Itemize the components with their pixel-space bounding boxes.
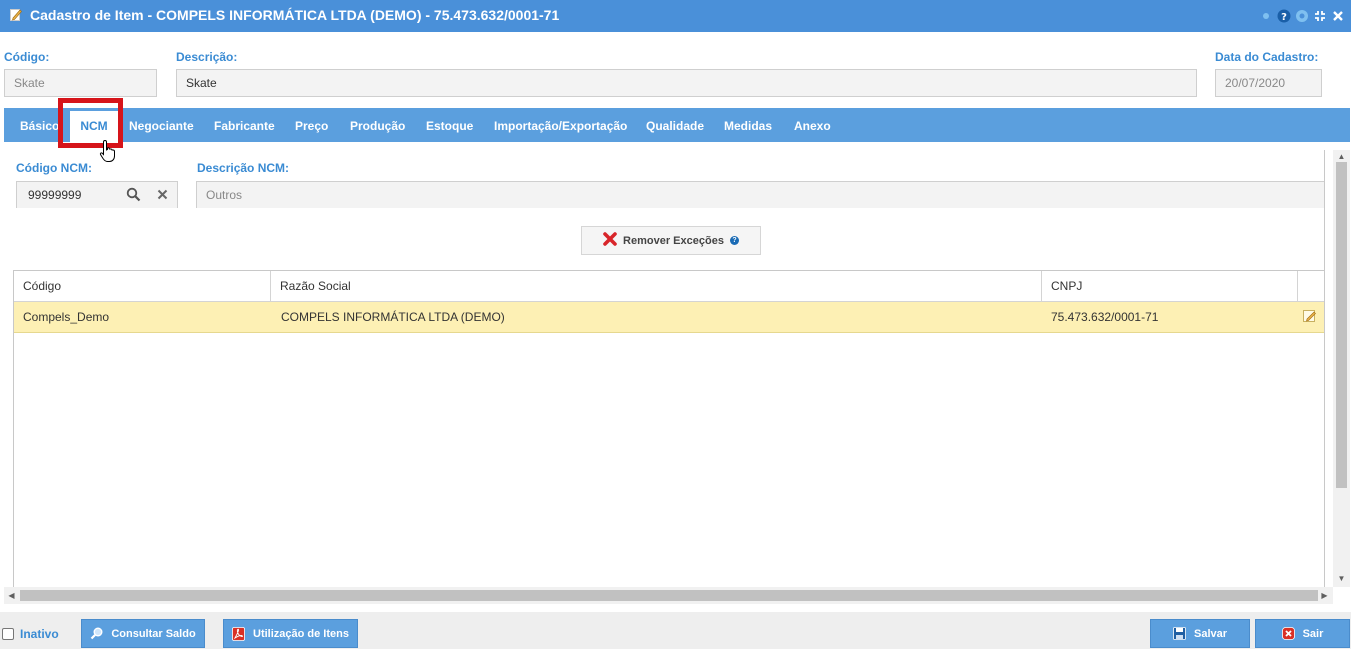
descricao-label: Descrição: — [176, 50, 238, 64]
tab-qualidade[interactable]: Qualidade — [646, 108, 704, 142]
codigo-ncm-field[interactable]: 99999999 — [16, 181, 178, 208]
vertical-scrollbar[interactable]: ▲ ▼ — [1333, 150, 1350, 587]
hand-cursor-icon — [99, 139, 117, 163]
descricao-field[interactable]: Skate — [176, 69, 1197, 97]
tab-bar: Básico NCM Negociante Fabricante Preço P… — [4, 108, 1350, 142]
scroll-right-icon[interactable]: ▶ — [1320, 590, 1329, 601]
cell-cnpj: 75.473.632/0001-71 — [1051, 310, 1159, 324]
remover-excecoes-button[interactable]: Remover Exceções ? — [581, 226, 761, 255]
clear-icon[interactable] — [157, 189, 168, 200]
tab-medidas[interactable]: Medidas — [724, 108, 772, 142]
magnifier-icon — [90, 627, 103, 640]
pdf-icon — [232, 626, 245, 641]
inativo-label: Inativo — [20, 627, 59, 641]
descricao-ncm-field[interactable]: Outros — [196, 181, 1325, 208]
tab-ncm[interactable]: NCM — [70, 111, 118, 142]
exit-icon — [1281, 627, 1295, 640]
tab-estoque[interactable]: Estoque — [426, 108, 473, 142]
table-row[interactable]: Compels_Demo COMPELS INFORMÁTICA LTDA (D… — [14, 302, 1324, 333]
close-icon[interactable] — [1331, 9, 1345, 23]
tab-fabricante[interactable]: Fabricante — [214, 108, 275, 142]
codigo-ncm-label: Código NCM: — [16, 161, 92, 175]
save-icon — [1173, 627, 1186, 640]
inativo-checkbox[interactable] — [2, 628, 14, 640]
utilizacao-itens-label: Utilização de Itens — [253, 627, 349, 640]
horizontal-scroll-thumb[interactable] — [20, 590, 1318, 601]
excecoes-grid: Código Razão Social CNPJ Compels_Demo CO… — [13, 270, 1324, 588]
sair-label: Sair — [1302, 627, 1324, 640]
edit-icon — [10, 8, 22, 22]
data-cadastro-field[interactable]: 20/07/2020 — [1215, 69, 1322, 97]
vertical-scroll-thumb[interactable] — [1336, 162, 1347, 488]
descricao-ncm-label: Descrição NCM: — [197, 161, 290, 175]
title-bar: Cadastro de Item - COMPELS INFORMÁTICA L… — [0, 0, 1351, 32]
codigo-field[interactable]: Skate — [4, 69, 157, 97]
red-x-icon — [603, 232, 617, 249]
window-title: Cadastro de Item - COMPELS INFORMÁTICA L… — [30, 7, 560, 23]
scroll-down-icon[interactable]: ▼ — [1337, 574, 1346, 583]
col-cnpj[interactable]: CNPJ — [1042, 271, 1298, 301]
col-codigo[interactable]: Código — [14, 271, 271, 301]
svg-text:?: ? — [1281, 12, 1287, 23]
horizontal-scrollbar[interactable]: ◀ ▶ — [4, 587, 1333, 604]
tab-negociante[interactable]: Negociante — [129, 108, 194, 142]
help-icon[interactable]: ? — [1277, 9, 1291, 23]
data-cadastro-label: Data do Cadastro: — [1215, 50, 1319, 64]
minimize-icon[interactable] — [1259, 9, 1273, 23]
consultar-saldo-label: Consultar Saldo — [111, 627, 196, 640]
cell-codigo: Compels_Demo — [23, 310, 110, 324]
salvar-button[interactable]: Salvar — [1150, 619, 1250, 648]
grid-header: Código Razão Social CNPJ — [14, 271, 1324, 302]
restore-icon[interactable] — [1313, 9, 1327, 23]
sair-button[interactable]: Sair — [1255, 619, 1350, 648]
scroll-left-icon[interactable]: ◀ — [7, 590, 16, 601]
col-razao-social[interactable]: Razão Social — [271, 271, 1042, 301]
codigo-ncm-value: 99999999 — [28, 188, 82, 202]
edit-row-icon[interactable] — [1303, 309, 1317, 323]
cell-razao-social: COMPELS INFORMÁTICA LTDA (DEMO) — [281, 310, 505, 324]
tab-preco[interactable]: Preço — [295, 108, 328, 142]
search-icon[interactable] — [126, 187, 141, 202]
tab-producao[interactable]: Produção — [350, 108, 405, 142]
scroll-up-icon[interactable]: ▲ — [1337, 152, 1346, 161]
codigo-label: Código: — [4, 50, 50, 64]
remover-excecoes-label: Remover Exceções — [623, 234, 724, 247]
settings-icon[interactable] — [1295, 9, 1309, 23]
consultar-saldo-button[interactable]: Consultar Saldo — [81, 619, 205, 648]
tab-basico[interactable]: Básico — [20, 108, 59, 142]
help-small-icon[interactable]: ? — [729, 236, 739, 245]
tab-importacao-exportacao[interactable]: Importação/Exportação — [494, 108, 627, 142]
panel-border — [1324, 150, 1325, 590]
salvar-label: Salvar — [1193, 627, 1228, 640]
tab-anexo[interactable]: Anexo — [794, 108, 831, 142]
utilizacao-itens-button[interactable]: Utilização de Itens — [223, 619, 358, 648]
